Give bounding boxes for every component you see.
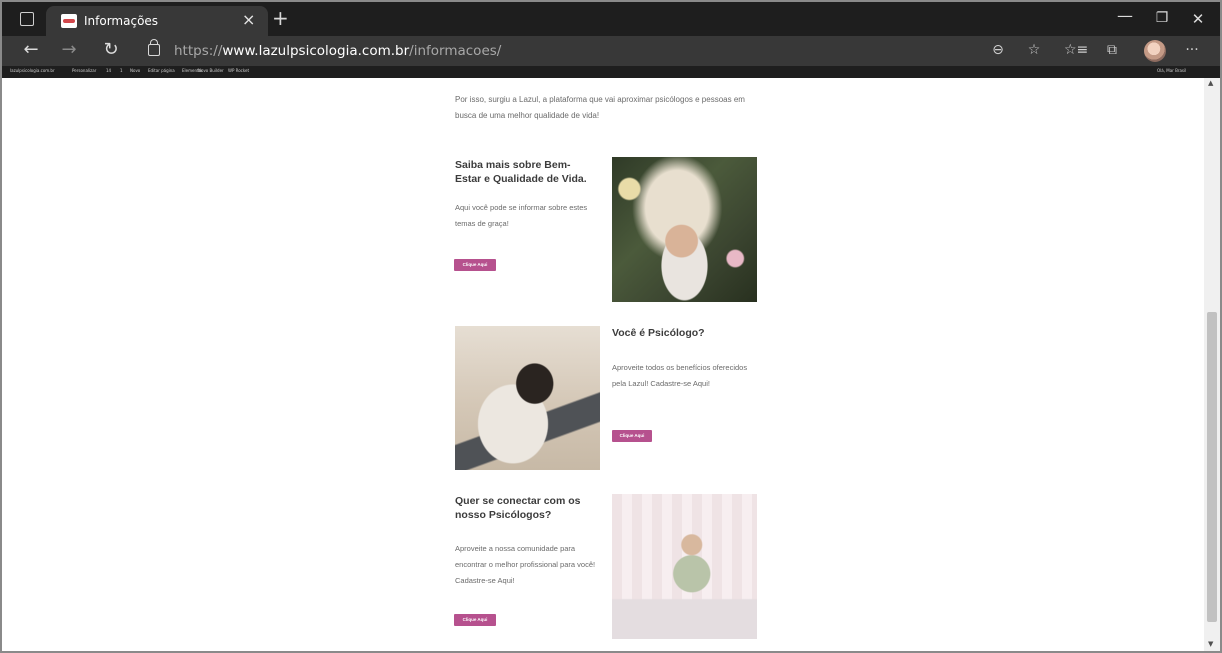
- profile-avatar[interactable]: [1144, 40, 1166, 62]
- fav-item[interactable]: WP Rocket: [228, 68, 249, 74]
- fav-item[interactable]: 14: [106, 68, 111, 74]
- url-path: /informacoes/: [409, 43, 502, 59]
- woman-bed-photo: [612, 494, 757, 639]
- forward-icon[interactable]: →: [58, 39, 80, 60]
- section-heading: Você é Psicólogo?: [612, 327, 705, 339]
- favorites-icon[interactable]: ☆≡: [1064, 42, 1088, 58]
- url-host: www.lazulpsicologia.com.br: [222, 43, 410, 59]
- scroll-thumb[interactable]: [1207, 312, 1217, 622]
- maximize-icon[interactable]: ❐: [1152, 10, 1172, 26]
- fav-item[interactable]: Novo: [130, 68, 140, 74]
- zoom-icon[interactable]: ⊖: [988, 42, 1008, 58]
- lock-icon[interactable]: [148, 39, 160, 56]
- fav-item[interactable]: Novo Builder: [198, 68, 224, 74]
- minimize-icon[interactable]: —: [1115, 6, 1135, 25]
- tab-title: Informações: [84, 14, 159, 28]
- clique-aqui-button[interactable]: Clique Aqui: [454, 614, 496, 626]
- woman-laptop-photo: [455, 326, 600, 470]
- section-heading: Saiba mais sobre Bem-Estar e Qualidade d…: [455, 159, 587, 185]
- tab-actions-icon[interactable]: [20, 12, 34, 26]
- url-scheme: https://: [174, 43, 223, 59]
- clique-aqui-button[interactable]: Clique Aqui: [612, 430, 652, 442]
- scroll-down-icon[interactable]: ▼: [1208, 640, 1213, 648]
- fav-item[interactable]: Personalizar: [72, 68, 96, 74]
- site-favicon-icon: [61, 14, 77, 28]
- section-text: Aproveite todos os benefícios oferecidos…: [612, 363, 748, 388]
- back-icon[interactable]: ←: [20, 39, 42, 60]
- favorites-bar: lazulpsicologia.com.br Personalizar 14 1…: [2, 66, 1220, 78]
- window-close-icon[interactable]: ✕: [1188, 10, 1208, 28]
- add-favorite-icon[interactable]: ☆: [1024, 42, 1044, 58]
- scrollbar[interactable]: ▲ ▼: [1204, 78, 1220, 651]
- section-heading: Quer se conectar com os nosso Psicólogos…: [455, 495, 581, 521]
- fav-item[interactable]: lazulpsicologia.com.br: [10, 68, 55, 74]
- new-tab-icon[interactable]: +: [272, 8, 289, 28]
- fav-item[interactable]: Olá, Mar Brasil: [1157, 68, 1186, 74]
- fav-item[interactable]: 1: [120, 68, 123, 74]
- tab-strip: Informações × + — ❐ ✕: [2, 2, 1220, 36]
- navigation-bar: ← → ↻ https://www.lazulpsicologia.com.br…: [2, 36, 1220, 66]
- scroll-up-icon[interactable]: ▲: [1208, 79, 1213, 87]
- tab-informacoes[interactable]: Informações ×: [46, 6, 268, 36]
- clique-aqui-button[interactable]: Clique Aqui: [454, 259, 496, 271]
- reload-icon[interactable]: ↻: [100, 39, 122, 60]
- tab-close-icon[interactable]: ×: [242, 11, 255, 29]
- address-bar[interactable]: https://www.lazulpsicologia.com.br/infor…: [174, 43, 501, 59]
- section-text: Aproveite a nossa comunidade para encont…: [455, 544, 596, 585]
- page-content: Por isso, surgiu a Lazul, a plataforma q…: [2, 78, 1204, 651]
- intro-text: Por isso, surgiu a Lazul, a plataforma q…: [455, 95, 745, 120]
- woman-flowers-photo: [612, 157, 757, 302]
- section-text: Aqui você pode se informar sobre estes t…: [455, 203, 588, 228]
- collections-icon[interactable]: ⧉: [1102, 42, 1122, 58]
- fav-item[interactable]: Editar página: [148, 68, 175, 74]
- more-icon[interactable]: ···: [1182, 42, 1202, 58]
